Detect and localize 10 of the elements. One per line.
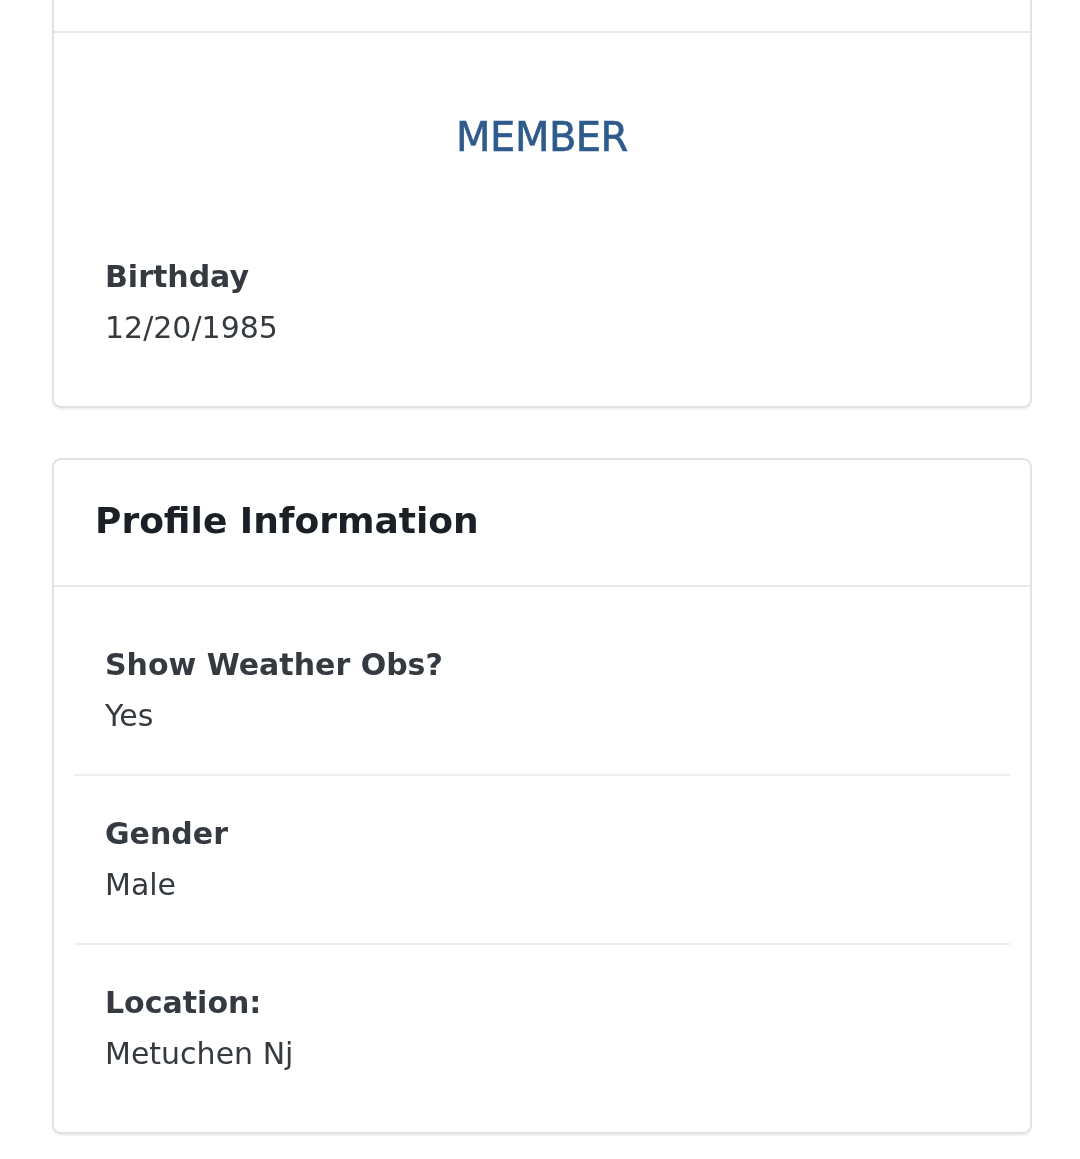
field-label: Show Weather Obs? <box>105 647 443 683</box>
field-value: Yes <box>105 698 154 734</box>
field-value: Male <box>105 867 177 903</box>
member-label: MEMBER <box>456 117 628 157</box>
field-value: 12/20/1985 <box>105 310 278 346</box>
card-title: Profile Information <box>95 500 479 541</box>
field-label: Location: <box>105 985 262 1021</box>
field-value: Metuchen Nj <box>105 1036 294 1072</box>
field-label: Gender <box>105 816 228 852</box>
field-label: Birthday <box>105 259 249 295</box>
